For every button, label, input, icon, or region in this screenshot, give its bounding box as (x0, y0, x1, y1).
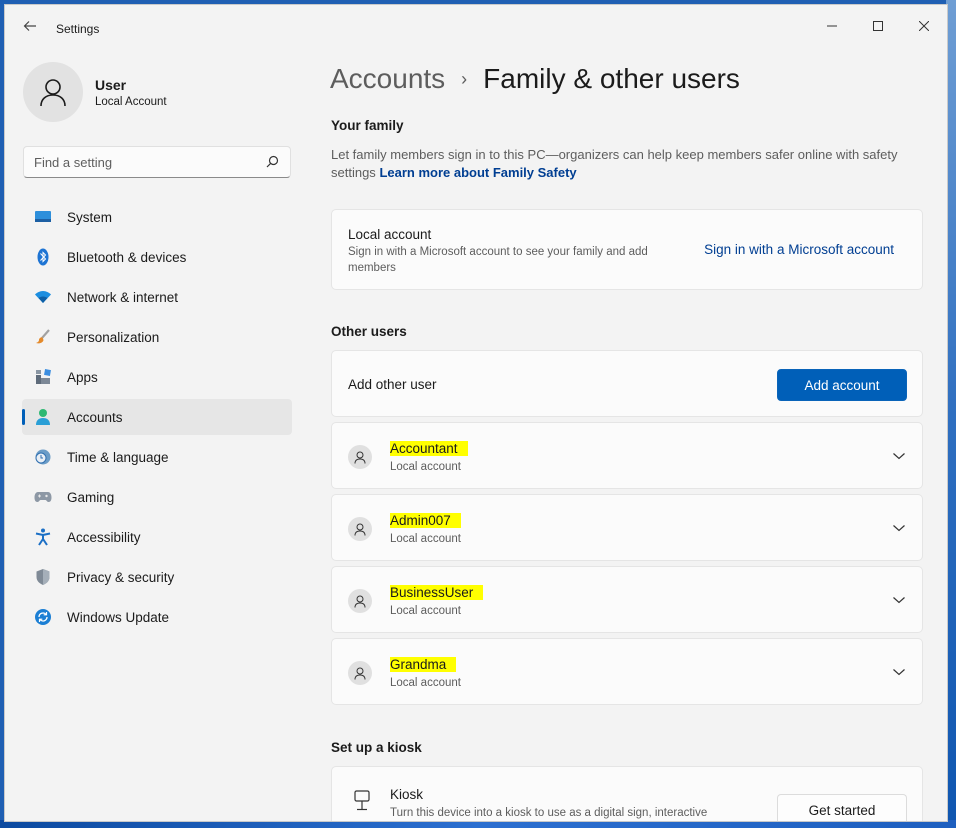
user-avatar-icon (348, 589, 372, 613)
chevron-down-icon[interactable] (892, 667, 906, 677)
search-icon[interactable] (264, 154, 280, 170)
sidebar-item-gaming[interactable]: Gaming (22, 479, 292, 515)
profile-avatar[interactable] (23, 62, 83, 122)
shield-icon (34, 568, 52, 586)
apps-icon (34, 368, 52, 386)
system-icon (34, 208, 52, 226)
kiosk-card: Kiosk Turn this device into a kiosk to u… (331, 766, 923, 821)
user-type: Local account (390, 461, 461, 473)
profile-name: User (95, 77, 127, 93)
user-name: Grandma (390, 657, 457, 672)
get-started-button[interactable]: Get started (777, 794, 907, 821)
kiosk-subtitle: Turn this device into a kiosk to use as … (390, 807, 708, 819)
accounts-icon (34, 408, 52, 426)
add-account-button[interactable]: Add account (777, 369, 907, 401)
sidebar-item-personalization[interactable]: Personalization (22, 319, 292, 355)
add-other-user-label: Add other user (348, 377, 437, 392)
clock-globe-icon (34, 448, 52, 466)
user-row[interactable]: BusinessUser Local account (331, 566, 923, 633)
sidebar-item-privacy[interactable]: Privacy & security (22, 559, 292, 595)
local-account-subtitle: Sign in with a Microsoft account to see … (348, 246, 648, 274)
gamepad-icon (34, 488, 52, 506)
sidebar-item-accessibility[interactable]: Accessibility (22, 519, 292, 555)
sidebar-item-windows-update[interactable]: Windows Update (22, 599, 292, 635)
user-row[interactable]: Grandma Local account (331, 638, 923, 705)
other-users-heading: Other users (331, 324, 407, 339)
sidebar-item-time-language[interactable]: Time & language (22, 439, 292, 475)
settings-window: Settings User Local Account System Bluet… (4, 4, 948, 822)
close-icon (919, 21, 929, 31)
user-avatar-icon (348, 661, 372, 685)
close-button[interactable] (901, 11, 947, 41)
add-other-user-card: Add other user Add account (331, 350, 923, 417)
your-family-heading: Your family (331, 118, 404, 133)
sidebar-nav: System Bluetooth & devices Network & int… (22, 199, 292, 639)
user-avatar-icon (348, 517, 372, 541)
wifi-icon (34, 288, 52, 306)
page-title: Family & other users (483, 63, 740, 94)
sidebar-item-bluetooth[interactable]: Bluetooth & devices (22, 239, 292, 275)
back-button[interactable] (19, 19, 41, 39)
microsoft-signin-link[interactable]: Sign in with a Microsoft account (704, 242, 894, 257)
sidebar-item-apps[interactable]: Apps (22, 359, 292, 395)
person-icon (40, 79, 66, 107)
breadcrumb: Accounts › Family & other users (330, 63, 740, 95)
chevron-down-icon[interactable] (892, 595, 906, 605)
user-type: Local account (390, 677, 461, 689)
kiosk-icon (354, 790, 370, 811)
app-title: Settings (56, 22, 100, 36)
profile-account-type: Local Account (95, 96, 167, 108)
user-type: Local account (390, 533, 461, 545)
user-name: Admin007 (390, 513, 461, 528)
kiosk-heading: Set up a kiosk (331, 740, 422, 755)
your-family-description: Let family members sign in to this PC—or… (331, 147, 898, 180)
sidebar-item-system[interactable]: System (22, 199, 292, 235)
user-name: Accountant (390, 441, 468, 456)
breadcrumb-separator: › (461, 68, 468, 89)
user-row[interactable]: Admin007 Local account (331, 494, 923, 561)
brush-icon (34, 328, 52, 346)
family-safety-link[interactable]: Learn more about Family Safety (379, 165, 576, 180)
update-icon (34, 608, 52, 626)
sidebar-item-network[interactable]: Network & internet (22, 279, 292, 315)
user-name: BusinessUser (390, 585, 484, 600)
local-account-card: Local account Sign in with a Microsoft a… (331, 209, 923, 290)
chevron-down-icon[interactable] (892, 523, 906, 533)
user-avatar-icon (348, 445, 372, 469)
user-type: Local account (390, 605, 461, 617)
maximize-icon (873, 21, 883, 31)
kiosk-title: Kiosk (390, 787, 424, 802)
search-input[interactable] (23, 146, 291, 178)
minimize-button[interactable] (809, 11, 855, 41)
maximize-button[interactable] (855, 11, 901, 41)
sidebar-item-accounts[interactable]: Accounts (22, 399, 292, 435)
bluetooth-icon (34, 248, 52, 266)
title-bar: Settings (5, 5, 947, 53)
breadcrumb-parent[interactable]: Accounts (330, 63, 445, 95)
local-account-title: Local account (348, 227, 432, 242)
minimize-icon (827, 25, 837, 27)
user-row[interactable]: Accountant Local account (331, 422, 923, 489)
back-arrow-icon (23, 21, 36, 31)
chevron-down-icon[interactable] (892, 451, 906, 461)
accessibility-icon (34, 528, 52, 546)
